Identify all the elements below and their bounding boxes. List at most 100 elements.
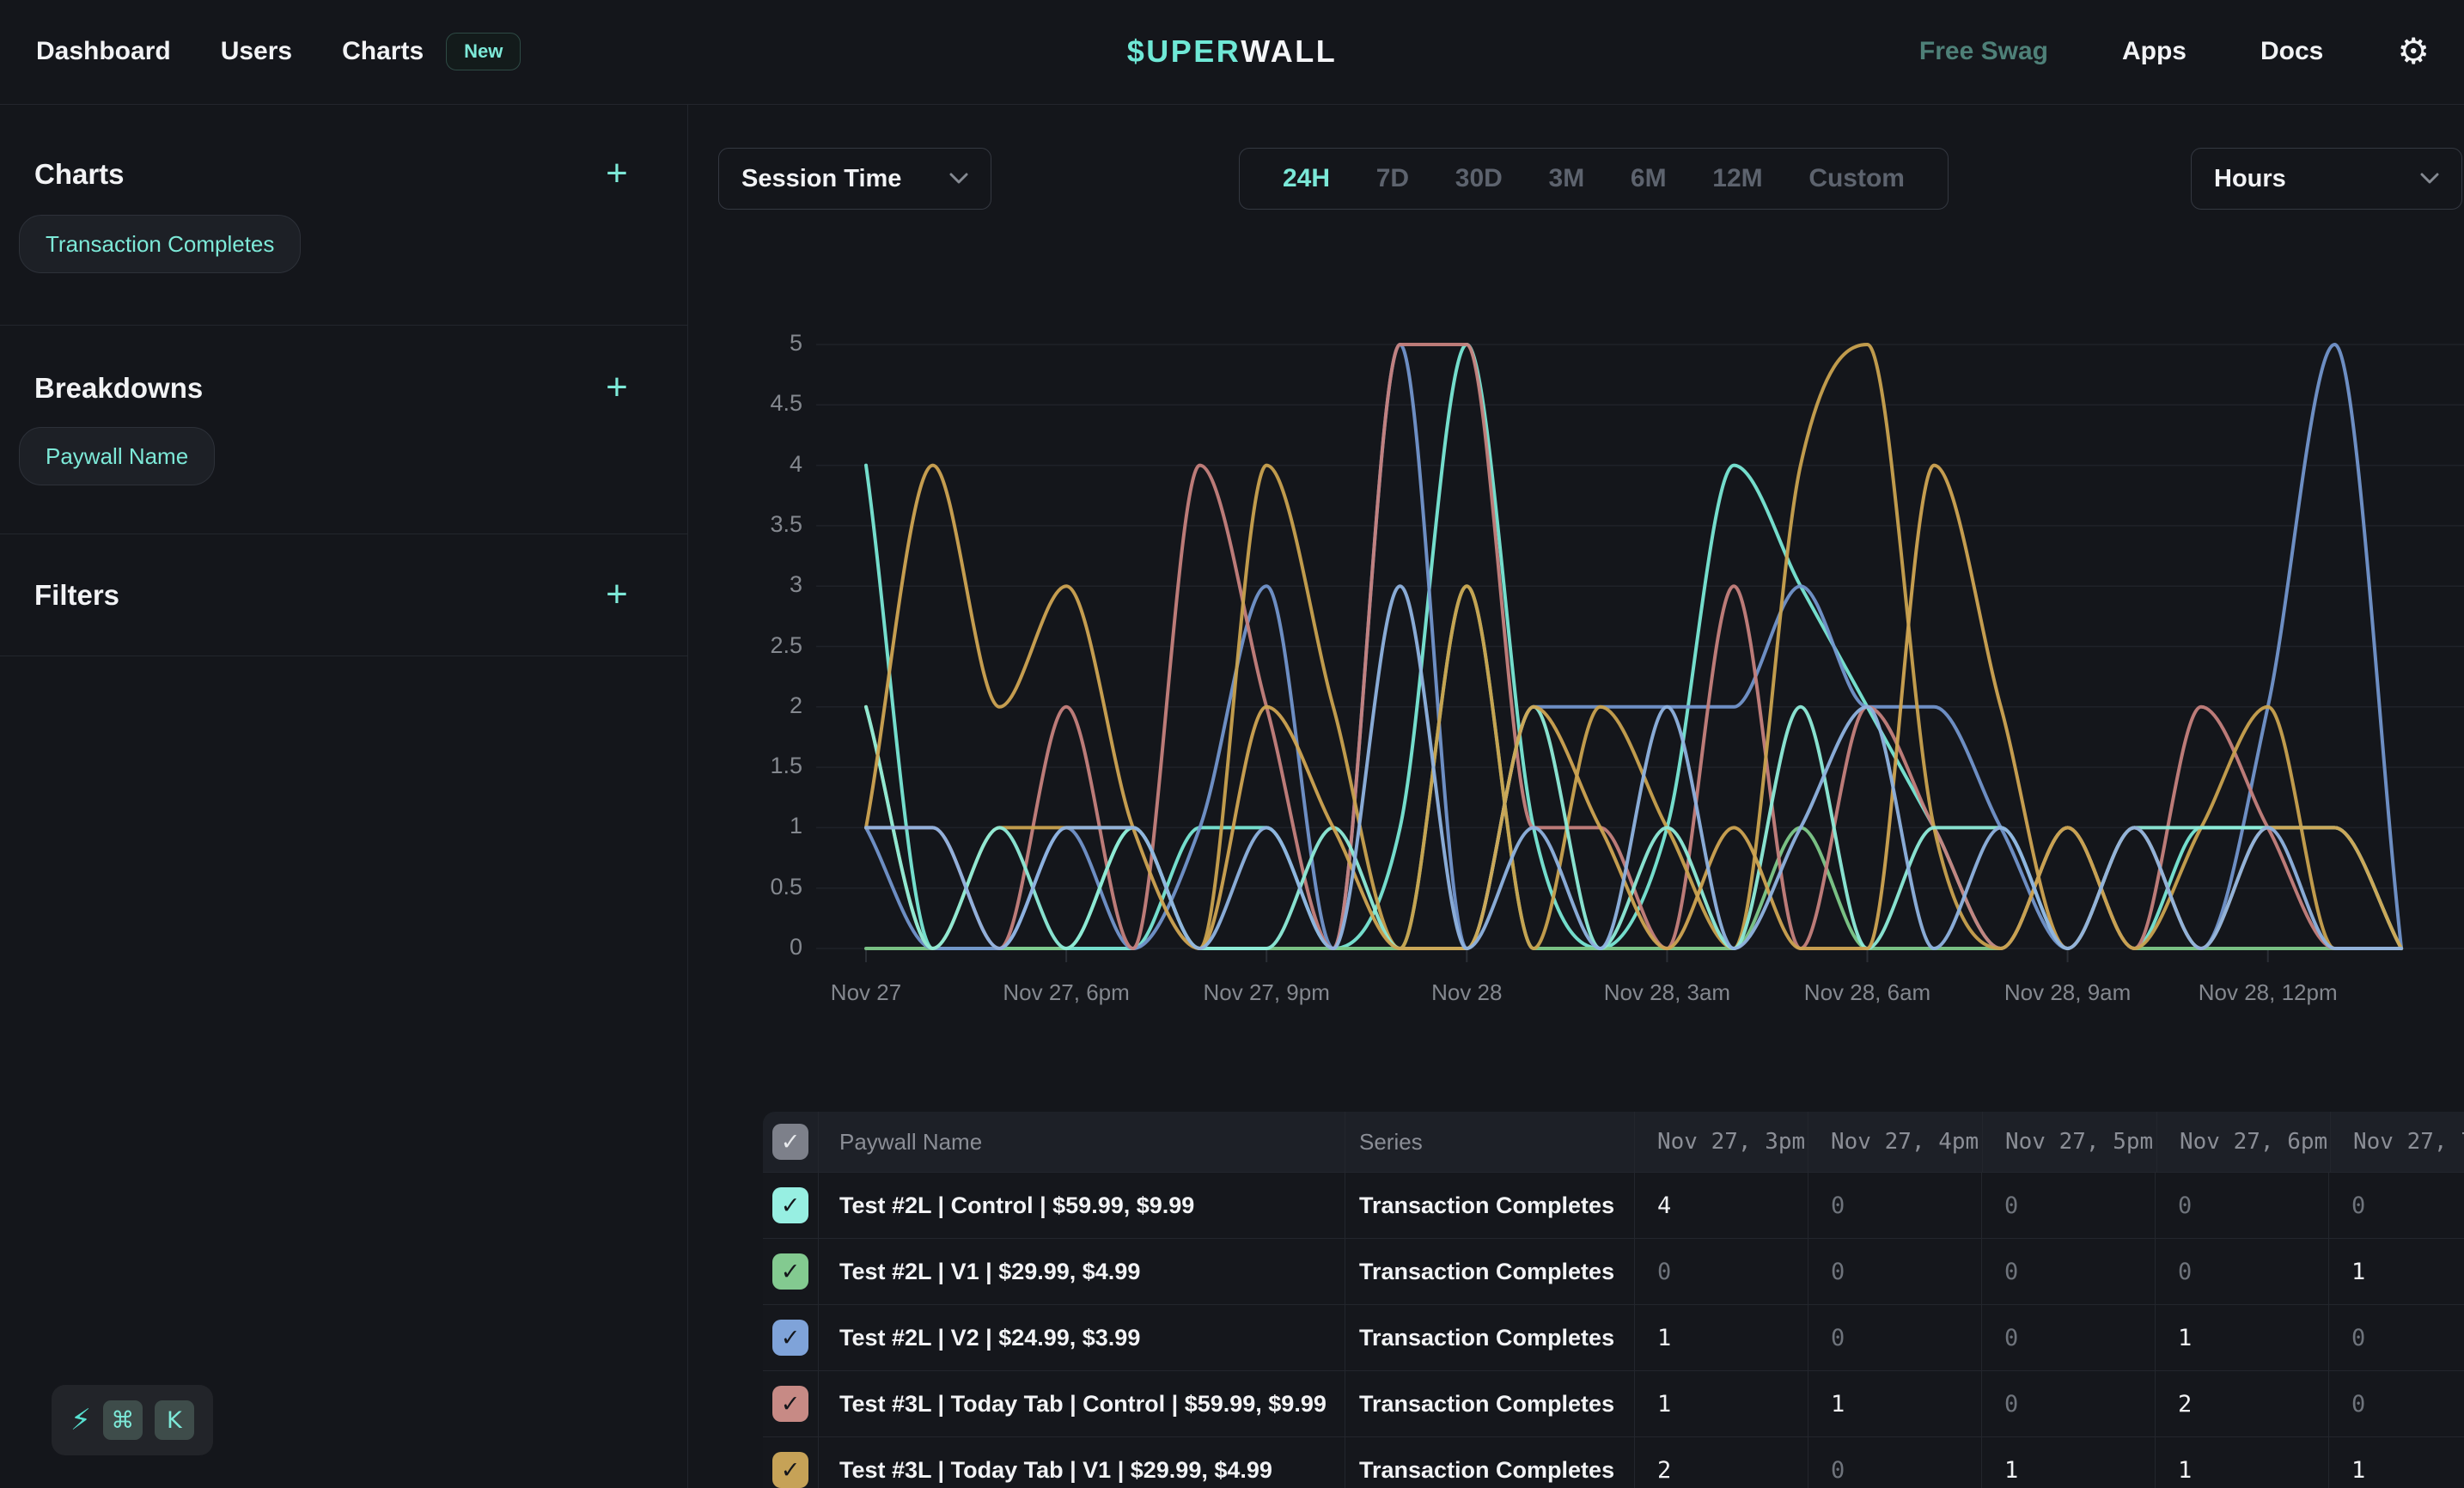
- add-filter-button[interactable]: +: [600, 576, 634, 613]
- row-checkbox[interactable]: ✓: [772, 1386, 808, 1422]
- column-header-label: Series: [1359, 1129, 1423, 1156]
- x-tick-label: Nov 28, 3am: [1555, 979, 1778, 1006]
- value-cell: 0: [1808, 1173, 1982, 1238]
- value-cell: 0: [2329, 1371, 2464, 1436]
- unit-select[interactable]: Hours: [2191, 148, 2462, 210]
- nav-item-free-swag[interactable]: Free Swag: [1919, 37, 2048, 66]
- chart-pill-transaction-completes[interactable]: Transaction Completes: [19, 215, 301, 273]
- breakdown-pill-paywall-name[interactable]: Paywall Name: [19, 427, 215, 485]
- chevron-down-icon: [949, 173, 968, 185]
- table-row[interactable]: ✓ Test #3L | Today Tab | V1 | $29.99, $4.…: [763, 1436, 2464, 1488]
- paywall-name-cell: Test #2L | V2 | $24.99, $3.99: [819, 1305, 1345, 1370]
- column-header[interactable]: Nov 27, 5pm: [1983, 1112, 2157, 1172]
- row-checkbox[interactable]: ✓: [772, 1320, 808, 1356]
- value-cell: 2: [1635, 1437, 1808, 1488]
- nav-item-docs[interactable]: Docs: [2260, 37, 2323, 66]
- filters-section-title: Filters: [34, 579, 119, 612]
- charts-section-title: Charts: [34, 158, 125, 191]
- value-cell: 0: [1808, 1239, 1982, 1304]
- paywall-name-cell: Test #2L | V1 | $29.99, $4.99: [819, 1239, 1345, 1304]
- nav-item-users[interactable]: Users: [221, 37, 292, 66]
- command-palette-shortcut[interactable]: ⚡ ⌘ K: [52, 1385, 213, 1455]
- range-24h[interactable]: 24H: [1283, 164, 1330, 193]
- column-header[interactable]: Nov 27, 6pm: [2157, 1112, 2331, 1172]
- checkbox-cell: ✓: [763, 1371, 819, 1436]
- range-6m[interactable]: 6M: [1631, 164, 1667, 193]
- range-30d[interactable]: 30D: [1455, 164, 1503, 193]
- table-header-row: ✓ Paywall Name Series Nov 27, 3pmNov 27, 4p…: [763, 1112, 2464, 1172]
- value-cell: 1: [2329, 1239, 2464, 1304]
- nav-right: Free Swag Apps Docs ⚙: [1919, 0, 2430, 103]
- logo-accent-text: $UPER: [1127, 34, 1241, 70]
- column-header[interactable]: Series: [1345, 1112, 1635, 1172]
- x-tick-label: Nov 28, 12pm: [2156, 979, 2380, 1006]
- value-cell: 1: [2156, 1305, 2329, 1370]
- value-cell: 0: [1982, 1371, 2156, 1436]
- value-cell: 0: [1808, 1305, 1982, 1370]
- series-cell: Transaction Completes: [1345, 1371, 1635, 1436]
- value-cell: 0: [1635, 1239, 1808, 1304]
- table-row[interactable]: ✓ Test #2L | V1 | $29.99, $4.99Transactio…: [763, 1238, 2464, 1304]
- series-cell: Transaction Completes: [1345, 1437, 1635, 1488]
- checkbox-cell: ✓: [763, 1239, 819, 1304]
- select-all-checkbox[interactable]: ✓: [772, 1124, 808, 1160]
- series-cell: Transaction Completes: [1345, 1239, 1635, 1304]
- gear-icon[interactable]: ⚙: [2397, 34, 2430, 70]
- checkbox-cell: ✓: [763, 1305, 819, 1370]
- value-cell: 2: [2156, 1371, 2329, 1436]
- series-cell: Transaction Completes: [1345, 1305, 1635, 1370]
- range-7d[interactable]: 7D: [1376, 164, 1409, 193]
- nav-item-charts[interactable]: Charts: [342, 37, 424, 66]
- chart-canvas: [756, 320, 2464, 1007]
- x-tick-label: Nov 28: [1355, 979, 1578, 1006]
- paywall-name-cell: Test #2L | Control | $59.99, $9.99: [819, 1173, 1345, 1238]
- new-badge: New: [446, 33, 521, 70]
- checkbox-cell: ✓: [763, 1173, 819, 1238]
- value-cell: 0: [2329, 1305, 2464, 1370]
- row-checkbox[interactable]: ✓: [772, 1187, 808, 1223]
- value-cell: 0: [2156, 1173, 2329, 1238]
- top-nav: Dashboard Users Charts New $UPERWALL Fre…: [0, 0, 2464, 105]
- add-chart-button[interactable]: +: [600, 155, 634, 192]
- metric-select[interactable]: Session Time: [718, 148, 991, 210]
- paywall-name-cell: Test #3L | Today Tab | V1 | $29.99, $4.9…: [819, 1437, 1345, 1488]
- add-breakdown-button[interactable]: +: [600, 369, 634, 406]
- value-cell: 1: [2156, 1437, 2329, 1488]
- column-header[interactable]: Nov 27, 3pm: [1635, 1112, 1808, 1172]
- x-tick-label: Nov 28, 6am: [1756, 979, 1979, 1006]
- nav-item-apps[interactable]: Apps: [2122, 37, 2186, 66]
- paywall-name-cell: Test #3L | Today Tab | Control | $59.99,…: [819, 1371, 1345, 1436]
- x-tick-label: Nov 28, 9am: [1956, 979, 2180, 1006]
- row-checkbox[interactable]: ✓: [772, 1253, 808, 1290]
- value-cell: 1: [1635, 1305, 1808, 1370]
- column-header[interactable]: Nov 27, 4pm: [1808, 1112, 1983, 1172]
- table-row[interactable]: ✓ Test #2L | V2 | $24.99, $3.99Transactio…: [763, 1304, 2464, 1370]
- column-header-label: Nov 27, 7pm: [2353, 1129, 2464, 1155]
- range-custom[interactable]: Custom: [1808, 164, 1905, 193]
- value-cell: 0: [2329, 1173, 2464, 1238]
- series-cell: Transaction Completes: [1345, 1173, 1635, 1238]
- nav-item-dashboard[interactable]: Dashboard: [36, 37, 171, 66]
- value-cell: 0: [2156, 1239, 2329, 1304]
- value-cell: 1: [1808, 1371, 1982, 1436]
- sidebar-section-breakdowns: Breakdowns + Paywall Name: [0, 326, 687, 534]
- line-chart: Nov 27Nov 27, 6pmNov 27, 9pmNov 28Nov 28…: [756, 320, 2464, 1033]
- value-cell: 0: [1982, 1239, 2156, 1304]
- superwall-dashboard: Dashboard Users Charts New $UPERWALL Fre…: [0, 0, 2464, 1488]
- breakdowns-section-title: Breakdowns: [34, 372, 203, 405]
- k-keycap: K: [155, 1400, 194, 1440]
- value-cell: 1: [2329, 1437, 2464, 1488]
- table-row[interactable]: ✓ Test #3L | Today Tab | Control | $59.99…: [763, 1370, 2464, 1436]
- table-row[interactable]: ✓ Test #2L | Control | $59.99, $9.99Trans…: [763, 1172, 2464, 1238]
- breakdown-table: ✓ Paywall Name Series Nov 27, 3pmNov 27, 4p…: [763, 1112, 2464, 1488]
- value-cell: 4: [1635, 1173, 1808, 1238]
- sidebar-section-charts: Charts + Transaction Completes: [0, 105, 687, 326]
- superwall-logo[interactable]: $UPERWALL: [1127, 0, 1338, 103]
- row-checkbox[interactable]: ✓: [772, 1452, 808, 1488]
- logo-rest-text: WALL: [1241, 34, 1337, 70]
- column-header[interactable]: Nov 27, 7pm: [2331, 1112, 2464, 1172]
- column-header-label: Nov 27, 3pm: [1657, 1129, 1805, 1155]
- range-3m[interactable]: 3M: [1549, 164, 1585, 193]
- column-header[interactable]: Paywall Name: [819, 1112, 1345, 1172]
- range-12m[interactable]: 12M: [1712, 164, 1762, 193]
